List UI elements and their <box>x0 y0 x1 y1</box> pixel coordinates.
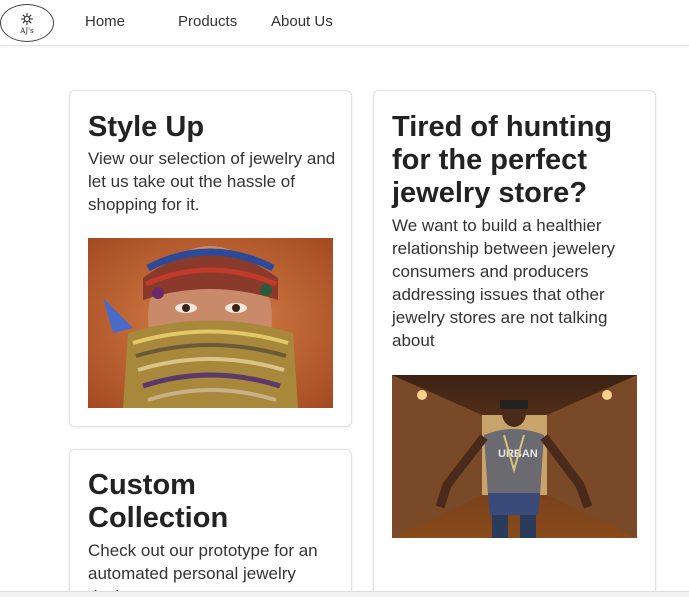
nav-home-link[interactable]: Home <box>85 13 125 30</box>
card-description: We want to build a healthier relationshi… <box>392 216 616 350</box>
card-title: Style Up <box>88 111 205 143</box>
style-up-card: Style Up View our selection of jewelry a… <box>69 90 352 427</box>
card-description: View our selection of jewelry and let us… <box>88 149 336 214</box>
custom-collection-card: Custom Collection Check out our prototyp… <box>69 449 352 597</box>
card-title: Custom Collection <box>88 469 229 534</box>
logo-text: AJ's <box>20 26 34 35</box>
nav-about-us-link[interactable]: About Us <box>271 13 333 30</box>
top-navbar: AJ's Home Products About Us <box>0 0 689 46</box>
flower-icon <box>21 12 33 25</box>
horizontal-scrollbar[interactable] <box>0 591 689 597</box>
store-mission-card: Tired of hunting for the perfect jewelry… <box>373 90 656 597</box>
urban-model-photo: URBAN <box>392 375 637 538</box>
card-description: Check out our prototype for an automated… <box>88 541 318 597</box>
nav-products-link[interactable]: Products <box>178 13 237 30</box>
jewelry-model-photo <box>88 238 333 408</box>
brand-logo[interactable]: AJ's <box>0 4 54 42</box>
card-title: Tired of hunting for the perfect jewelry… <box>392 111 613 209</box>
